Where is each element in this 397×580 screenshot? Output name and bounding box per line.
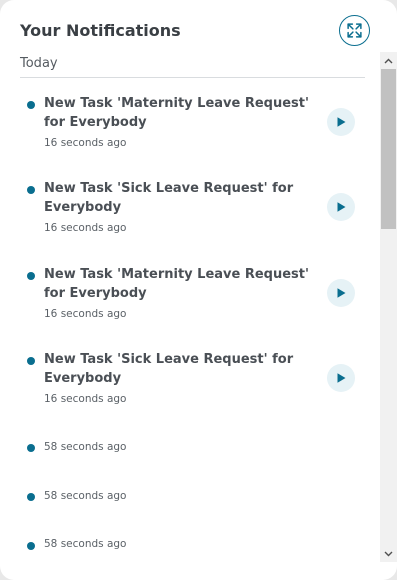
play-icon — [337, 373, 346, 383]
notification-time: 16 seconds ago — [44, 137, 127, 149]
scroll-down-button[interactable] — [380, 545, 397, 562]
notification-item: New Task 'Sick Leave Request' for Everyb… — [0, 334, 378, 420]
notification-item: New Task 'Maternity Leave Request' for E… — [0, 249, 378, 335]
play-icon — [337, 202, 346, 212]
chevron-up-icon — [384, 58, 393, 63]
notification-list: New Task 'Maternity Leave Request' for E… — [0, 78, 378, 580]
unread-dot-icon — [27, 493, 35, 501]
notification-time: 16 seconds ago — [44, 308, 127, 320]
notification-title[interactable]: New Task 'Sick Leave Request' for Everyb… — [44, 179, 320, 217]
notification-item[interactable]: 58 seconds ago — [0, 469, 378, 518]
notification-item[interactable]: 58 seconds ago — [0, 420, 378, 469]
panel-title: Your Notifications — [20, 21, 181, 40]
unread-dot-icon — [27, 357, 35, 365]
notification-title[interactable]: New Task 'Maternity Leave Request' for E… — [44, 94, 320, 132]
open-task-button[interactable] — [327, 279, 355, 307]
chevron-down-icon — [384, 551, 393, 556]
scroll-up-button[interactable] — [380, 52, 397, 69]
unread-dot-icon — [27, 186, 35, 194]
unread-dot-icon — [27, 444, 35, 452]
notification-title[interactable]: New Task 'Maternity Leave Request' for E… — [44, 265, 320, 303]
notification-time: 16 seconds ago — [44, 393, 127, 405]
notification-item: New Task 'Maternity Leave Request' for E… — [0, 78, 378, 164]
notification-time: 58 seconds ago — [44, 538, 127, 550]
notification-time: 58 seconds ago — [44, 490, 127, 502]
notifications-panel: Your Notifications Today New Task 'Mater… — [0, 0, 397, 580]
section-label-today: Today — [20, 56, 58, 71]
notification-time: 16 seconds ago — [44, 222, 127, 234]
unread-dot-icon — [27, 101, 35, 109]
scrollbar[interactable] — [380, 52, 397, 562]
notification-item: New Task 'Sick Leave Request' for Everyb… — [0, 163, 378, 249]
open-task-button[interactable] — [327, 364, 355, 392]
scrollbar-thumb[interactable] — [381, 69, 396, 229]
unread-dot-icon — [27, 542, 35, 550]
expand-button[interactable] — [339, 15, 370, 46]
notification-title[interactable]: New Task 'Sick Leave Request' for Everyb… — [44, 350, 320, 388]
open-task-button[interactable] — [327, 193, 355, 221]
unread-dot-icon — [27, 272, 35, 280]
notification-time: 58 seconds ago — [44, 441, 127, 453]
expand-arrows-icon — [347, 23, 362, 38]
open-task-button[interactable] — [327, 108, 355, 136]
play-icon — [337, 288, 346, 298]
play-icon — [337, 117, 346, 127]
notification-item[interactable]: 58 seconds ago — [0, 518, 378, 567]
